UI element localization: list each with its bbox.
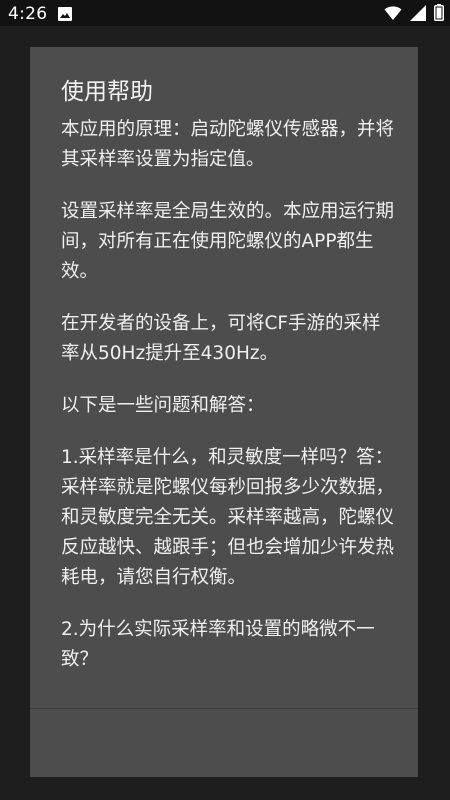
battery-icon — [434, 4, 444, 25]
help-paragraph: 本应用的原理：启动陀螺仪传感器，并将其采样率设置为指定值。 — [61, 119, 395, 170]
help-paragraph: 2.为什么实际采样率和设置的略微不一致？ — [61, 619, 375, 670]
dialog-title: 使用帮助 — [61, 79, 153, 105]
wifi-icon — [384, 5, 402, 25]
status-time: 4:26 — [8, 4, 48, 24]
dialog-message[interactable]: 本应用的原理：启动陀螺仪传感器，并将其采样率设置为指定值。 设置采样率是全局生效… — [61, 115, 399, 675]
help-paragraph: 以下是一些问题和解答： — [61, 395, 265, 416]
dialog-button-bar — [30, 709, 418, 777]
status-icons — [384, 4, 444, 25]
help-paragraph: 1.采样率是什么，和灵敏度一样吗？答：采样率就是陀螺仪每秒回报多少次数据，和灵敏… — [61, 447, 395, 588]
help-paragraph: 在开发者的设备上，可将CF手游的采样率从50Hz提升至430Hz。 — [61, 313, 381, 364]
help-dialog: 使用帮助 本应用的原理：启动陀螺仪传感器，并将其采样率设置为指定值。 设置采样率… — [30, 47, 418, 777]
help-paragraph: 设置采样率是全局生效的。本应用运行期间，对所有正在使用陀螺仪的APP都生效。 — [61, 201, 395, 282]
status-bar: 4:26 — [0, 0, 450, 26]
signal-icon — [410, 4, 426, 25]
image-icon — [58, 6, 72, 25]
